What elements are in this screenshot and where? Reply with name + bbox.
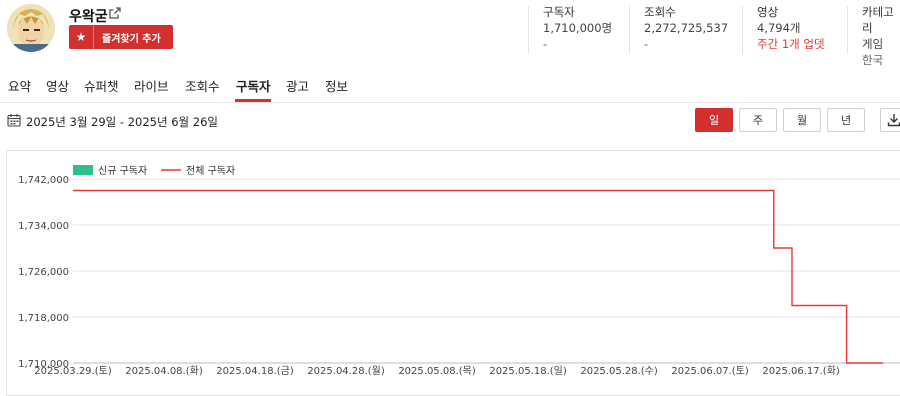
stat-value: 2,272,725,537 [644,21,729,35]
stat-title: 카테고리 [862,5,894,35]
stat-sub: - [543,37,548,51]
active-tab-indicator [235,99,271,102]
x-tick-label: 2025.04.18.(금) [216,365,294,377]
tab-subscribers[interactable]: 구독자 [236,76,271,95]
x-tick-label: 2025.06.07.(토) [671,366,749,377]
tab-info[interactable]: 정보 [325,76,348,95]
stat-sub: 한국 [862,53,884,67]
stat-title: 구독자 [543,5,575,19]
series-line-total-subscribers [73,189,883,364]
period-week-button[interactable]: 주 [739,108,777,132]
y-tick-label: 1,742,000 [18,175,69,186]
y-tick-label: 1,734,000 [18,221,69,232]
stat-value: 4,794개 [757,21,801,35]
tab-live[interactable]: 라이브 [134,76,169,95]
external-link-icon[interactable] [108,6,122,20]
download-button[interactable] [880,108,900,132]
stat-sub: - [644,37,649,51]
tab-superchat[interactable]: 슈퍼챗 [84,76,119,95]
subscriber-chart[interactable]: 1,710,0001,718,0001,726,0001,734,0001,74… [7,151,900,395]
period-day-button[interactable]: 일 [695,108,733,132]
calendar-icon [7,114,21,127]
stat-subscribers: 구독자 1,710,000명 - [543,4,612,52]
date-range-picker[interactable]: 2025년 3월 29일 - 2025년 6월 26일 [26,114,218,130]
channel-name: 우왁굳 [69,9,108,25]
stat-title: 영상 [757,5,779,19]
channel-avatar[interactable] [7,4,55,52]
x-tick-label: 2025.04.28.(월) [307,365,385,377]
stat-value: 1,710,000명 [543,21,613,35]
channel-header: 우왁굳 ★ 즐겨찾기 추가 구독자 1,710,000명 - 조회수 2,272… [0,0,900,68]
x-tick-label: 2025.05.18.(일) [489,365,567,377]
subscriber-chart-panel: 1,710,000 1,718,000 1,726,000 1,734,000 1,74… [6,150,900,396]
download-icon [887,114,900,127]
tab-bar: 요약 영상 슈퍼챗 라이브 조회수 구독자 광고 정보 [0,70,900,103]
stat-videos: 영상 4,794개 주간 1개 업뎃 [757,4,825,52]
x-tick-label: 2025.06.17.(화) [762,365,840,377]
x-tick-label: 2025.05.08.(목) [398,365,476,377]
stat-category: 카테고리 게임 한국 [862,4,900,68]
x-tick-label: 2025.05.28.(수) [580,365,658,377]
divider [528,6,529,54]
stat-views: 조회수 2,272,725,537 - [644,4,728,52]
period-month-button[interactable]: 월 [783,108,821,132]
legend-swatch-new-subscribers [73,165,93,175]
stat-value: 게임 [862,37,884,51]
divider [629,6,630,54]
chart-toolbar: 2025년 3월 29일 - 2025년 6월 26일 일 주 월 년 [0,103,900,139]
tab-videos[interactable]: 영상 [46,76,69,95]
avatar-illustration [7,4,55,52]
legend-label-new-subscribers: 신규 구독자 [98,165,147,177]
stat-sub: 주간 1개 업뎃 [757,37,825,51]
star-icon: ★ [69,25,94,49]
add-favorite-label: 즐겨찾기 추가 [102,33,161,45]
period-year-button[interactable]: 년 [827,108,865,132]
x-tick-label: 2025.04.08.(화) [125,365,203,377]
add-favorite-button[interactable]: ★ 즐겨찾기 추가 [69,25,173,49]
y-tick-label: 1,726,000 [18,267,69,278]
legend-label-total-subscribers: 전체 구독자 [186,165,235,177]
y-tick-label: 1,718,000 [18,313,69,324]
divider [742,6,743,54]
tab-summary[interactable]: 요약 [8,76,31,95]
divider [847,6,848,54]
tab-views[interactable]: 조회수 [185,76,220,95]
x-tick-label: 2025.03.29.(토) [34,366,112,377]
stat-title: 조회수 [644,5,676,19]
tab-ads[interactable]: 광고 [286,76,309,95]
